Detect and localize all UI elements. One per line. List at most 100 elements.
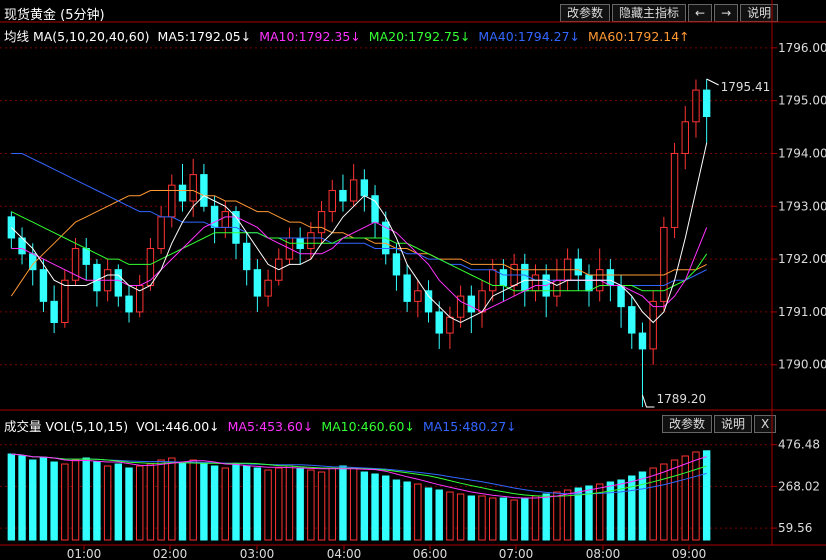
- candle-body: [628, 306, 636, 334]
- volume-bar: [499, 497, 508, 541]
- vol-tick-label: 59.56: [778, 521, 812, 535]
- volume-bar: [317, 471, 326, 541]
- candle-body: [189, 174, 197, 202]
- volume-bar: [125, 467, 133, 541]
- volume-bar: [71, 459, 80, 541]
- candle-body: [307, 232, 315, 250]
- volume-bar: [467, 495, 476, 541]
- volume-bar: [232, 463, 240, 541]
- candle-body: [446, 316, 454, 334]
- time-tick-label: 04:00: [327, 547, 362, 560]
- candle-body: [403, 274, 411, 302]
- volume-bar: [510, 499, 518, 541]
- time-tick-label: 07:00: [499, 547, 534, 560]
- volume-bar: [136, 465, 144, 541]
- time-tick-label: 06:00: [413, 547, 448, 560]
- volume-bar: [178, 461, 187, 541]
- volume-bar: [39, 457, 48, 541]
- candle-body: [681, 121, 689, 154]
- candle-body: [82, 248, 90, 265]
- volume-bar: [328, 467, 336, 541]
- volume-bar: [285, 465, 294, 541]
- candle-body: [264, 279, 272, 297]
- candle-body: [178, 184, 187, 202]
- candle-body: [489, 269, 497, 292]
- volume-bar: [649, 467, 657, 541]
- volume-bar: [349, 467, 358, 541]
- time-tick-label: 02:00: [153, 547, 188, 560]
- volume-bar: [360, 471, 369, 541]
- low-label: 1789.20: [656, 392, 706, 406]
- volume-bar: [553, 491, 561, 541]
- candle-body: [692, 89, 700, 123]
- volume-bar: [82, 457, 90, 541]
- vol-tick-label: 476.48: [778, 438, 820, 452]
- time-tick-label: 01:00: [67, 547, 102, 560]
- volume-bar: [168, 457, 176, 541]
- candle-body: [157, 216, 165, 250]
- candle-body: [221, 211, 229, 228]
- volume-bar: [563, 489, 572, 541]
- candle-body: [574, 258, 582, 276]
- candle-body: [168, 184, 176, 218]
- volume-bar: [253, 467, 262, 541]
- volume-bar: [489, 497, 497, 541]
- candle-body: [39, 269, 48, 302]
- candle-body: [702, 89, 711, 118]
- candle-body: [617, 285, 625, 308]
- volume-bar: [435, 489, 443, 541]
- volume-bar: [478, 495, 486, 541]
- candle-body: [339, 189, 347, 202]
- volume-bar: [702, 450, 711, 541]
- volume-bar: [29, 459, 37, 541]
- candle-body: [499, 269, 508, 287]
- volume-bar: [628, 475, 636, 541]
- ma40-line: [11, 153, 707, 286]
- candle-body: [242, 242, 251, 271]
- candle-body: [392, 253, 401, 276]
- volume-bar: [692, 451, 700, 541]
- volume-bar: [403, 481, 411, 541]
- candle-body: [521, 263, 529, 292]
- price-tick-label: 1793.00: [778, 199, 826, 213]
- candle-body: [424, 290, 433, 313]
- price-tick-label: 1790.00: [778, 358, 826, 372]
- candle-body: [317, 211, 326, 234]
- volume-bar: [681, 455, 689, 541]
- volume-bar: [61, 463, 69, 541]
- price-tick-label: 1795.00: [778, 94, 826, 108]
- candle-body: [606, 269, 615, 287]
- candle-body: [414, 290, 422, 302]
- candle-body: [349, 179, 358, 202]
- candle-body: [649, 300, 657, 350]
- volume-bar: [414, 483, 422, 541]
- low-pointer: [641, 394, 655, 408]
- volume-bar: [296, 467, 304, 541]
- volume-bar: [456, 493, 465, 541]
- volume-bar: [392, 479, 401, 541]
- volume-bar: [7, 453, 16, 541]
- candlestick-chart: 1796.00 1795.00 1794.00 1793.00 1792.00 1791.…: [0, 0, 826, 560]
- volume-bar: [264, 469, 272, 541]
- volume-bar: [670, 459, 679, 541]
- time-tick-label: 09:00: [672, 547, 707, 560]
- volume-bar: [114, 463, 123, 541]
- candle-body: [200, 174, 208, 207]
- volume-bar: [93, 461, 101, 541]
- candle-body: [638, 332, 647, 350]
- volume-bar: [542, 493, 550, 541]
- volume-bar: [638, 471, 647, 541]
- volume-bar: [660, 463, 668, 541]
- ma10-line: [11, 216, 708, 313]
- price-tick-label: 1791.00: [778, 305, 826, 319]
- candle-body: [435, 311, 443, 334]
- time-tick-label: 08:00: [586, 547, 621, 560]
- price-tick-label: 1794.00: [778, 146, 826, 160]
- candle-body: [210, 205, 219, 228]
- time-tick-label: 03:00: [240, 547, 275, 560]
- candle-body: [360, 179, 369, 197]
- volume-bar: [339, 465, 347, 541]
- candle-body: [553, 279, 561, 297]
- candle-body: [125, 295, 133, 313]
- volume-bar: [382, 475, 390, 541]
